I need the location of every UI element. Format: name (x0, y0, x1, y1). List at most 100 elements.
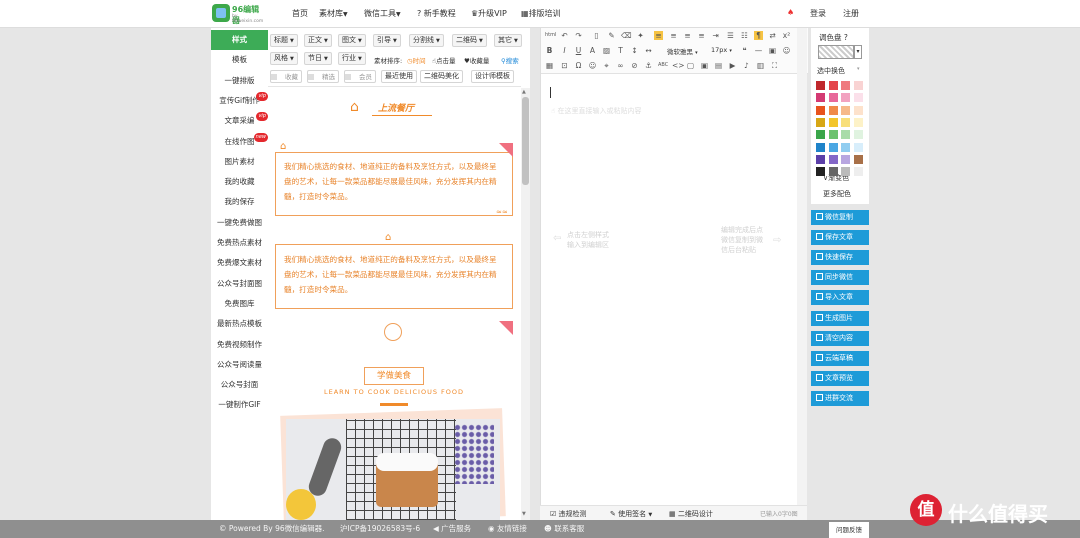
magic-icon[interactable]: ✦ (636, 31, 645, 40)
align-center-icon[interactable]: ≡ (669, 31, 678, 40)
qrcode-beautify-button[interactable]: 二维码美化 (420, 70, 463, 83)
color-swatch[interactable] (816, 142, 825, 152)
color-swatch[interactable] (841, 130, 850, 140)
font-color-icon[interactable]: A (588, 46, 597, 55)
color-swatch[interactable] (828, 81, 838, 90)
editor-scrollbar[interactable] (797, 28, 807, 508)
editor-area[interactable]: ☝ 在这里直接输入或粘贴内容 ⇦ 点击左侧样式 输入到编辑区 编辑完成后点 微信复制… (541, 75, 796, 505)
color-swatch[interactable] (853, 117, 863, 127)
color-swatch[interactable] (828, 130, 838, 140)
align-left-icon[interactable]: ≡ (654, 31, 663, 40)
sidebar-item[interactable]: 公众号封面 (211, 375, 268, 395)
map-icon[interactable]: ⌖ (602, 61, 611, 70)
color-swatch[interactable] (816, 105, 825, 115)
text-direction-icon[interactable]: ⇄ (768, 31, 777, 40)
blockquote-icon[interactable]: ❝ (740, 46, 749, 55)
chevron-down-icon[interactable]: ▾ (857, 66, 860, 72)
color-swatch[interactable] (841, 117, 850, 127)
sort-time[interactable]: ◷时间 (407, 55, 426, 65)
footer-ads[interactable]: ◀ 广告服务 (433, 520, 471, 538)
bell-icon[interactable]: ♠ (787, 8, 794, 17)
hr-icon[interactable]: — (754, 46, 763, 55)
site-logo[interactable]: 96编辑器 by 96weixin.com (212, 4, 264, 25)
designer-template-button[interactable]: 设计师模板 (471, 70, 514, 83)
action-button[interactable]: 生成图片 (811, 310, 869, 326)
undo-icon[interactable]: ↶ (560, 31, 569, 40)
action-button[interactable]: 保存文章 (811, 230, 869, 246)
list-icon[interactable]: ☷ (740, 31, 749, 40)
color-swatch[interactable] (853, 105, 863, 115)
sidebar-item[interactable]: 一键排版 (211, 71, 268, 91)
action-button[interactable]: 快速保存 (811, 250, 869, 266)
emotion-icon[interactable]: ☺ (782, 46, 791, 55)
color-swatch[interactable] (816, 154, 825, 164)
checkbox-favorites[interactable]: 收藏 (270, 70, 302, 83)
fullscreen-icon[interactable]: ⛶ (770, 61, 779, 70)
more-colors-link[interactable]: 更多配色 (823, 189, 851, 199)
nav-upgrade-vip[interactable]: ♛升级VIP (471, 8, 507, 19)
filter-style[interactable]: 风格 ▼ (270, 52, 298, 65)
color-swatch[interactable] (841, 167, 850, 177)
format-painter-icon[interactable]: ✎ (607, 31, 616, 40)
text-block-2[interactable]: 我们精心挑选的食材、地道纯正的备料及烹饪方式，以及最终呈盘的艺术，让每一款菜品都… (275, 244, 513, 309)
picture-icon[interactable]: ▣ (700, 61, 709, 70)
nav-tutorial[interactable]: ? 新手教程 (417, 8, 456, 19)
smile-icon[interactable]: ☺ (588, 61, 597, 70)
redo-icon[interactable]: ↷ (574, 31, 583, 40)
action-button[interactable]: 云端草稿 (811, 350, 869, 366)
link-icon[interactable]: ∞ (616, 61, 625, 70)
color-swatch[interactable] (841, 93, 850, 103)
nav-training[interactable]: ▦排版培训 (521, 8, 561, 19)
color-swatch[interactable] (841, 81, 850, 90)
nav-wechat-tools[interactable]: 微信工具▼ (364, 8, 401, 19)
color-swatch[interactable] (828, 117, 838, 127)
action-button[interactable]: 清空内容 (811, 330, 869, 346)
feedback-button[interactable]: 问题反馈 (829, 522, 869, 538)
bold-icon[interactable]: B (545, 46, 554, 55)
color-swatch[interactable] (853, 93, 863, 103)
sort-favs[interactable]: ♥收藏量 (464, 55, 489, 65)
color-swatch[interactable] (816, 130, 825, 140)
scroll-down-icon[interactable]: ▼ (522, 511, 526, 517)
superscript-icon[interactable]: x² (782, 31, 791, 40)
color-swatch[interactable] (841, 105, 850, 115)
qrcode-design-button[interactable]: ▦ 二维码设计 (669, 509, 713, 519)
layout-icon[interactable]: ▥ (756, 61, 765, 70)
checkbox-featured[interactable]: 精选 (307, 70, 339, 83)
font-size-select[interactable]: 17px ▾ (711, 46, 732, 54)
special-char-icon[interactable]: Ω (574, 61, 583, 70)
line-height-icon[interactable]: ↕ (630, 46, 639, 55)
indent-icon[interactable]: ⇥ (711, 31, 720, 40)
sidebar-item[interactable]: 图片素材 (211, 152, 268, 172)
recent-used-button[interactable]: 最近使用 (381, 70, 417, 83)
sidebar-item[interactable]: 我的保存 (211, 192, 268, 212)
color-swatch[interactable] (841, 154, 850, 164)
nav-materials[interactable]: 素材库▼ (319, 8, 348, 19)
color-swatch[interactable] (853, 81, 863, 90)
image-icon[interactable]: ▣ (768, 46, 777, 55)
sidebar-item[interactable]: 免费热点素材 (211, 233, 268, 253)
filter-guide[interactable]: 引导 ▼ (373, 34, 401, 47)
code-icon[interactable]: <> (672, 61, 685, 70)
list-ordered-icon[interactable]: ☰ (726, 31, 735, 40)
filter-image-text[interactable]: 图文 ▼ (338, 34, 366, 47)
align-justify-icon[interactable]: ≡ (697, 31, 706, 40)
color-picker-preview[interactable] (818, 45, 854, 59)
eraser-icon[interactable]: ⌫ (621, 31, 632, 40)
frame-icon[interactable]: ▢ (686, 61, 695, 70)
color-swatch[interactable] (828, 167, 838, 177)
action-button[interactable]: 同步微信 (811, 270, 869, 286)
sidebar-item[interactable]: 一键制作GIF (211, 395, 268, 415)
login-link[interactable]: 登录 (810, 8, 826, 19)
color-swatch[interactable] (853, 167, 863, 177)
sidebar-item[interactable]: 一键免费做图 (211, 213, 268, 233)
footer-icp[interactable]: 沪ICP备19026583号-6 (340, 520, 420, 538)
search-button[interactable]: ⚲搜索 (501, 55, 519, 65)
scrollbar-thumb[interactable] (522, 97, 529, 185)
italic-icon[interactable]: I (560, 46, 569, 55)
highlight-icon[interactable]: ▨ (602, 46, 611, 55)
filter-festival[interactable]: 节日 ▼ (304, 52, 332, 65)
gallery-icon[interactable]: ▤ (714, 61, 723, 70)
color-swatch[interactable] (816, 93, 825, 103)
filter-other[interactable]: 其它 ▼ (494, 34, 522, 47)
